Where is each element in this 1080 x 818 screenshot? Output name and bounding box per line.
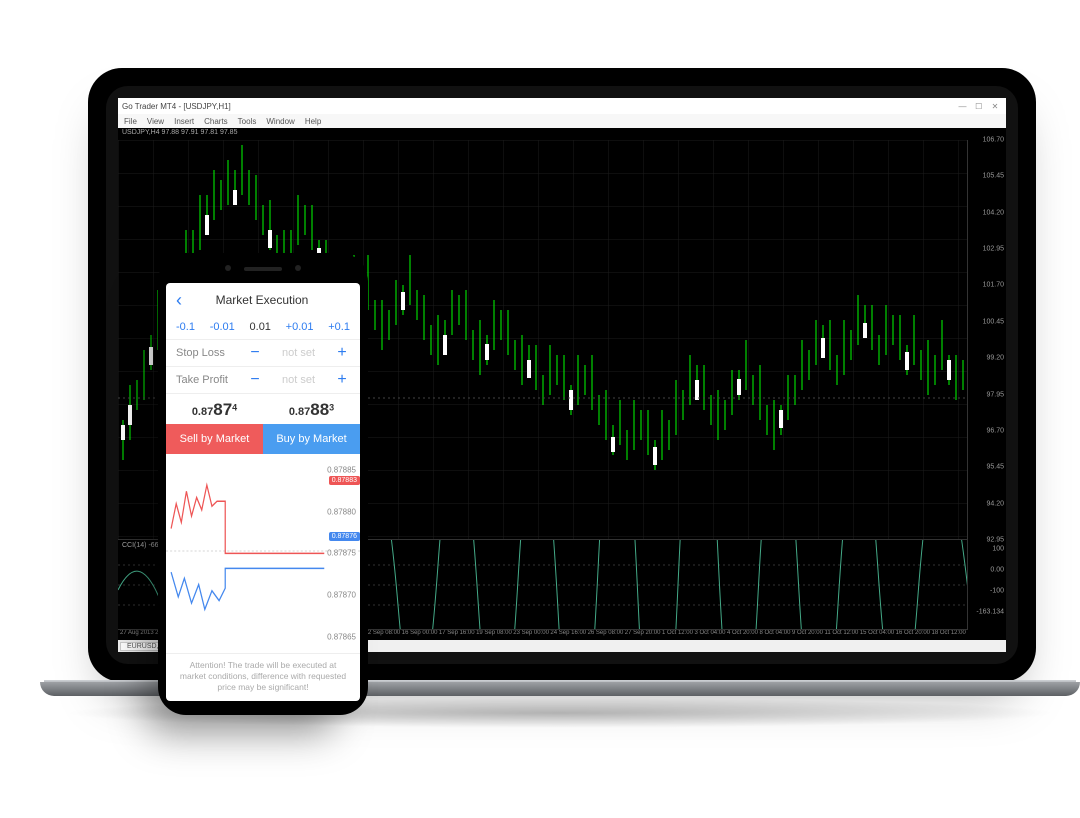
tick-buy-badge: 0.87876 [329,532,360,541]
menubar: File View Insert Charts Tools Window Hel… [118,114,1006,129]
window-title: Go Trader MT4 - [USDJPY,H1] [122,102,231,111]
menu-window[interactable]: Window [266,117,294,126]
tick-sell-badge: 0.87883 [329,476,360,485]
buy-button[interactable]: Buy by Market [263,424,360,454]
sl-value[interactable]: not set [263,347,334,359]
tp-plus-icon[interactable]: + [334,371,350,389]
minimize-icon[interactable]: — [956,102,970,111]
take-profit-label: Take Profit [176,374,247,386]
phone-frame: ‹ Market Execution -0.1 -0.01 0.01 +0.01… [158,253,368,715]
menu-view[interactable]: View [147,117,164,126]
order-title: Market Execution [166,293,360,307]
stop-loss-label: Stop Loss [176,347,247,359]
close-icon[interactable]: ✕ [988,102,1002,111]
buy-price: 0.87883 [263,394,360,424]
sl-plus-icon[interactable]: + [334,344,350,362]
menu-help[interactable]: Help [305,117,321,126]
price-axis: 106.70105.45104.20102.95101.70100.4599.2… [967,140,1006,540]
vol-minus-01[interactable]: -0.1 [176,321,195,333]
menu-tools[interactable]: Tools [238,117,257,126]
sell-button[interactable]: Sell by Market [166,424,263,454]
vol-plus-001[interactable]: +0.01 [286,321,314,333]
menu-insert[interactable]: Insert [174,117,194,126]
window-titlebar: Go Trader MT4 - [USDJPY,H1] — ☐ ✕ [118,98,1006,114]
stop-loss-row: Stop Loss − not set + [166,339,360,366]
mobile-app: ‹ Market Execution -0.1 -0.01 0.01 +0.01… [166,283,360,701]
order-warning: Attention! The trade will be executed at… [166,653,360,701]
sl-minus-icon[interactable]: − [247,344,263,362]
tick-chart[interactable]: 0.878850.878800.878750.878700.87865 0.87… [166,454,360,653]
maximize-icon[interactable]: ☐ [972,102,986,111]
tp-value[interactable]: not set [263,374,334,386]
sell-price: 0.87874 [166,394,263,424]
tp-minus-icon[interactable]: − [247,371,263,389]
menu-file[interactable]: File [124,117,137,126]
vol-minus-001[interactable]: -0.01 [210,321,235,333]
volume-stepper: -0.1 -0.01 0.01 +0.01 +0.1 [166,317,360,339]
vol-value[interactable]: 0.01 [250,321,271,333]
menu-charts[interactable]: Charts [204,117,228,126]
vol-plus-01[interactable]: +0.1 [328,321,350,333]
take-profit-row: Take Profit − not set + [166,366,360,393]
indicator-axis: 1000.00-100-163.134 [967,540,1006,630]
